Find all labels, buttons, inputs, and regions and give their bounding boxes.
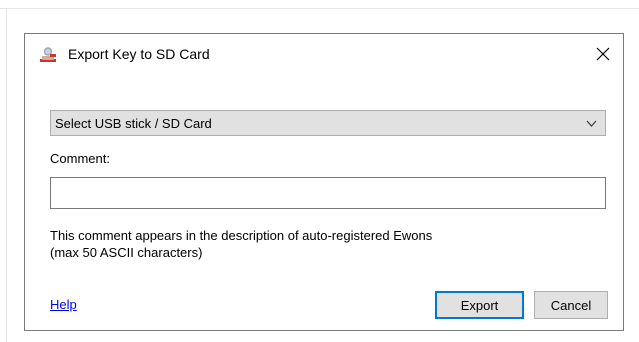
- comment-label: Comment:: [50, 151, 110, 166]
- comment-input[interactable]: [50, 177, 606, 209]
- background-window-edge-left: [6, 8, 7, 342]
- dialog-titlebar[interactable]: Export Key to SD Card: [25, 34, 623, 74]
- comment-hint: This comment appears in the description …: [50, 227, 432, 261]
- dialog-title: Export Key to SD Card: [68, 46, 210, 62]
- screen: Export Key to SD Card Select USB stick /…: [0, 0, 639, 342]
- user-key-icon: [40, 47, 56, 62]
- close-icon[interactable]: [593, 44, 613, 64]
- comment-hint-line-2: (max 50 ASCII characters): [50, 245, 203, 260]
- background-window-edge: [0, 8, 639, 9]
- export-key-dialog: Export Key to SD Card Select USB stick /…: [24, 33, 624, 331]
- help-link[interactable]: Help: [50, 297, 77, 312]
- device-select-value: Select USB stick / SD Card: [55, 116, 212, 131]
- chevron-down-icon: [586, 120, 597, 127]
- device-select-dropdown[interactable]: Select USB stick / SD Card: [50, 110, 606, 136]
- export-button[interactable]: Export: [435, 291, 524, 319]
- comment-hint-line-1: This comment appears in the description …: [50, 228, 433, 243]
- cancel-button[interactable]: Cancel: [534, 291, 608, 319]
